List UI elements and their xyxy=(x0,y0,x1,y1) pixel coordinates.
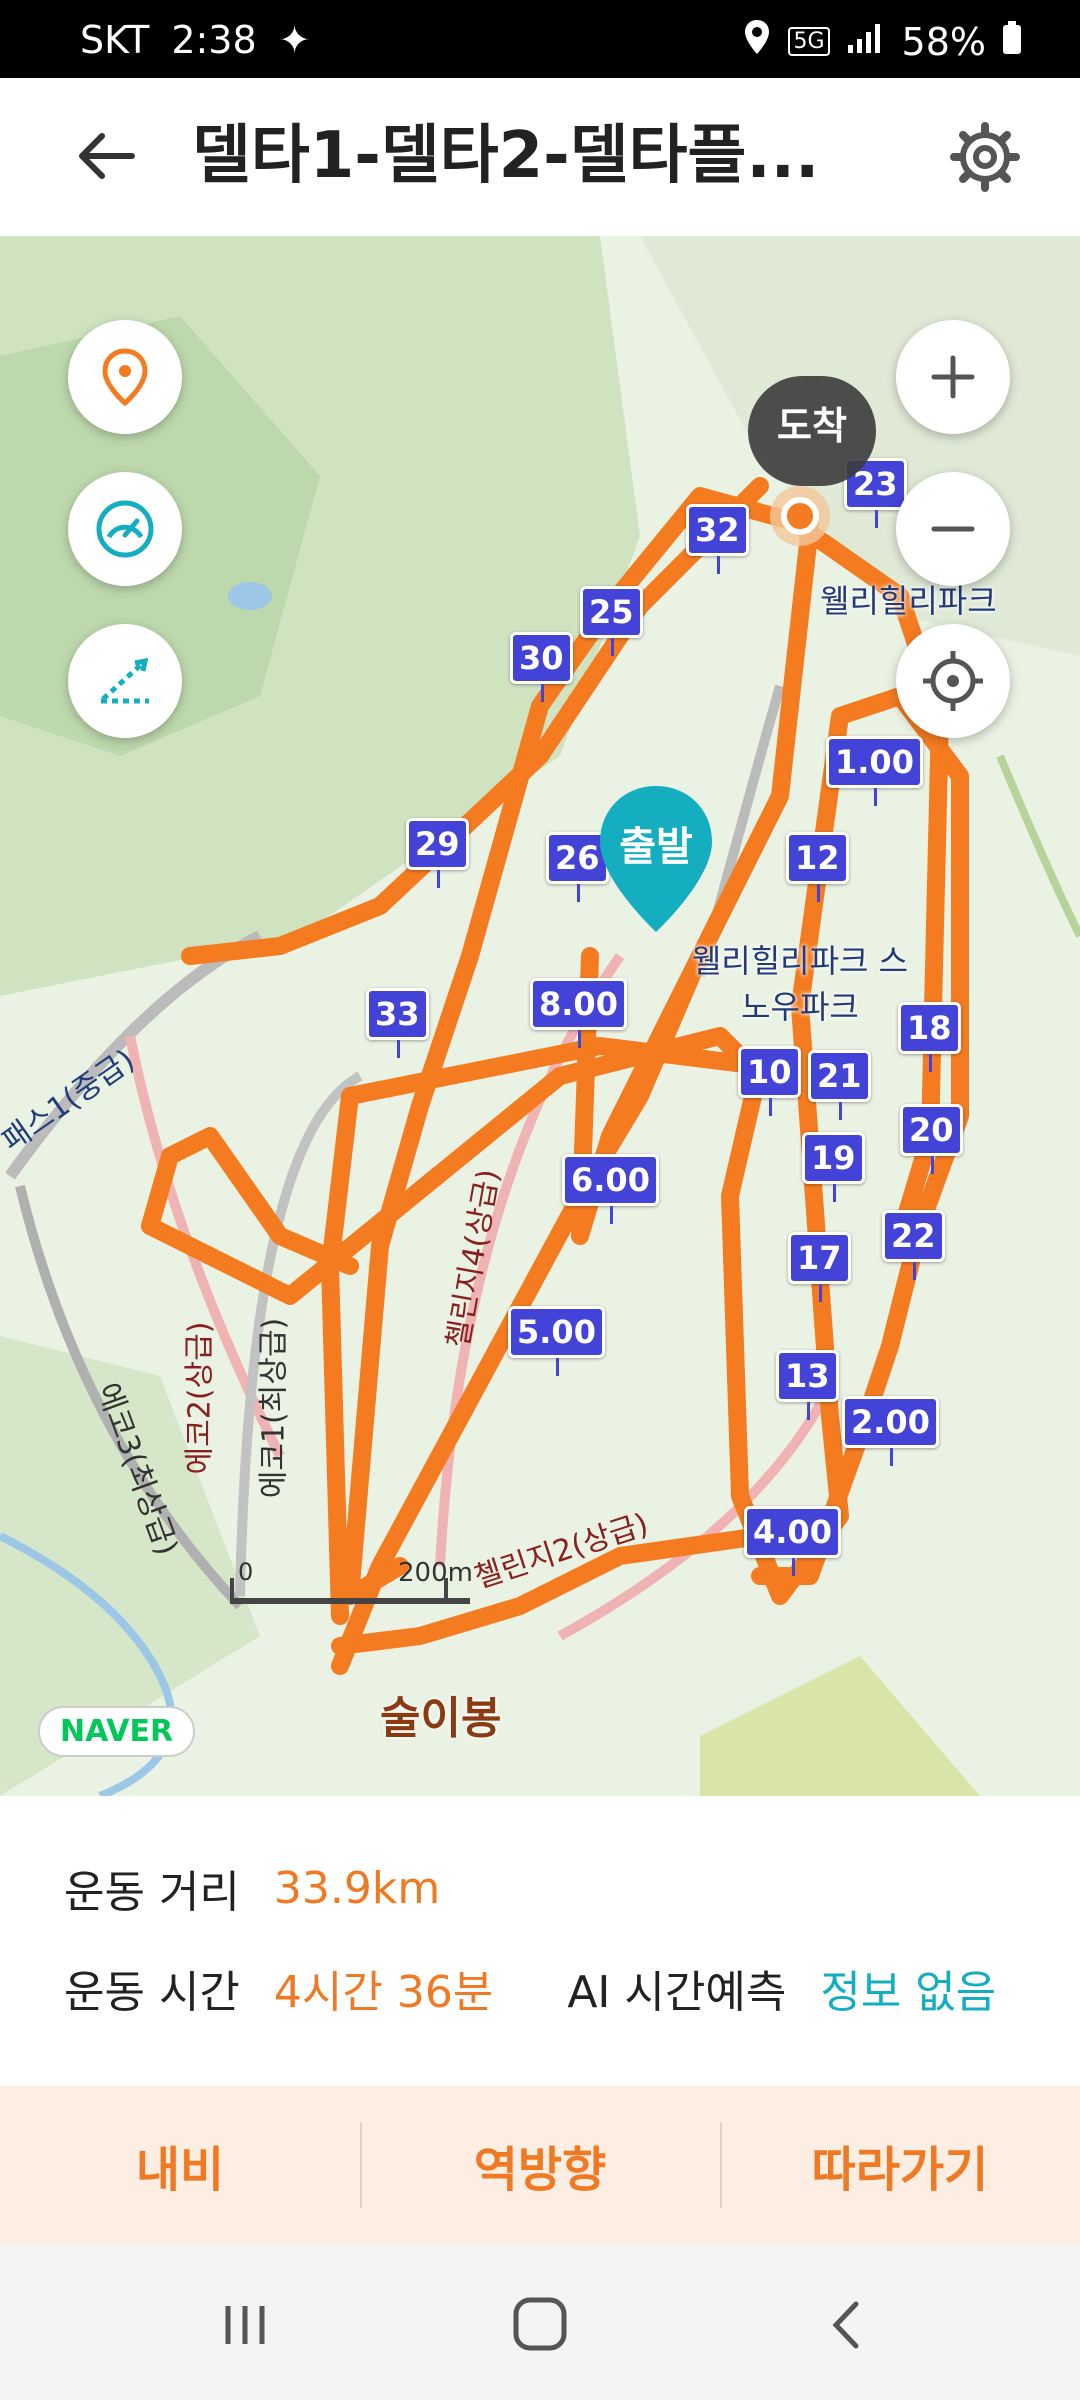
map-pin-icon xyxy=(102,348,148,407)
distance-label: 운동 거리 xyxy=(64,1867,240,1918)
scale-label: 200m xyxy=(398,1558,473,1588)
gear-icon xyxy=(950,122,1020,192)
distance-value: 33.9km xyxy=(273,1862,441,1914)
clock: 2:38 xyxy=(171,18,257,62)
distance-marker[interactable]: 6.00 xyxy=(562,1154,659,1224)
point-marker[interactable]: 33 xyxy=(366,988,429,1058)
route-map[interactable]: 웰리힐리파크 웰리힐리파크 스노우파크 술이봉 에코2(상급) 에코3(최상급)… xyxy=(0,236,1080,1796)
signal-icon xyxy=(846,20,886,64)
arrival-badge[interactable]: 도착 xyxy=(748,376,876,486)
battery-icon xyxy=(1002,20,1022,64)
location-icon xyxy=(742,18,772,65)
naver-logo: NAVER xyxy=(38,1706,196,1757)
minus-icon xyxy=(931,526,975,532)
point-marker[interactable]: 22 xyxy=(882,1210,945,1280)
slope-icon xyxy=(101,657,149,704)
point-marker[interactable]: 12 xyxy=(786,832,849,902)
follow-button[interactable]: 따라가기 xyxy=(720,2086,1080,2244)
activity-icon: ✦ xyxy=(278,18,311,62)
reverse-button[interactable]: 역방향 xyxy=(360,2086,720,2244)
home-button[interactable] xyxy=(504,2288,576,2360)
point-marker[interactable]: 19 xyxy=(802,1132,865,1202)
time-value: 4시간 36분 xyxy=(273,1967,494,2018)
page-title: 델타1-델타2-델타플... xyxy=(192,119,820,193)
scale-zero: 0 xyxy=(238,1558,254,1586)
system-nav-bar xyxy=(0,2244,1080,2400)
point-marker[interactable]: 25 xyxy=(580,586,643,656)
point-marker[interactable]: 32 xyxy=(686,504,749,574)
point-marker[interactable]: 20 xyxy=(900,1104,963,1174)
status-bar: SKT 2:38 ✦ 5G 58% xyxy=(0,0,1080,78)
point-marker[interactable]: 30 xyxy=(510,632,573,702)
distance-marker[interactable]: 2.00 xyxy=(842,1396,939,1466)
trail-label: 에코1(최상급) xyxy=(256,1317,292,1499)
point-marker[interactable]: 18 xyxy=(898,1002,961,1072)
my-location-button[interactable] xyxy=(896,624,1010,738)
settings-button[interactable] xyxy=(950,122,1020,192)
ai-label: AI 시간예측 xyxy=(567,1967,787,2018)
chevron-left-icon xyxy=(832,2301,859,2349)
network-type: 5G xyxy=(788,27,830,56)
zoom-in-button[interactable] xyxy=(896,320,1010,434)
point-marker[interactable]: 21 xyxy=(808,1050,871,1120)
distance-marker[interactable]: 4.00 xyxy=(744,1506,841,1576)
app-header: 델타1-델타2-델타플... xyxy=(0,78,1080,236)
route-stats-panel: 운동 거리 33.9km 운동 시간 4시간 36분 AI 시간예측 정보 없음 xyxy=(0,1796,1080,2086)
distance-marker[interactable]: 1.00 xyxy=(826,736,923,806)
plus-icon xyxy=(931,355,975,399)
trail-label: 에코2(상급) xyxy=(182,1321,218,1475)
poi-label: 술이봉 xyxy=(380,1693,502,1744)
back-arrow-icon xyxy=(79,133,135,179)
point-marker[interactable]: 17 xyxy=(788,1232,851,1302)
poi-label: 웰리힐리파크 스노우파크 xyxy=(691,942,909,1026)
speed-button[interactable] xyxy=(68,472,182,586)
elevation-button[interactable] xyxy=(68,624,182,738)
point-marker[interactable]: 13 xyxy=(776,1350,839,1420)
recent-apps-button[interactable] xyxy=(210,2290,280,2360)
crosshair-icon xyxy=(923,651,983,711)
location-pin-button[interactable] xyxy=(68,320,182,434)
navi-button[interactable]: 내비 xyxy=(0,2086,360,2244)
speedometer-icon xyxy=(96,500,154,558)
point-marker[interactable]: 29 xyxy=(406,818,469,888)
ai-value: 정보 없음 xyxy=(820,1967,997,2018)
home-icon xyxy=(513,2297,567,2351)
recents-icon xyxy=(225,2306,265,2344)
start-pin[interactable]: 출발 xyxy=(596,784,716,934)
carrier: SKT xyxy=(80,18,150,62)
zoom-out-button[interactable] xyxy=(896,472,1010,586)
point-marker[interactable]: 10 xyxy=(738,1046,801,1116)
battery-level: 58% xyxy=(901,19,986,64)
distance-marker[interactable]: 5.00 xyxy=(508,1306,605,1376)
start-label: 출발 xyxy=(619,824,693,870)
distance-marker[interactable]: 8.00 xyxy=(530,978,627,1048)
back-button[interactable] xyxy=(74,124,138,188)
system-back-button[interactable] xyxy=(812,2290,882,2360)
time-label: 운동 시간 xyxy=(64,1967,240,2018)
action-bar: 내비 역방향 따라가기 xyxy=(0,2086,1080,2244)
